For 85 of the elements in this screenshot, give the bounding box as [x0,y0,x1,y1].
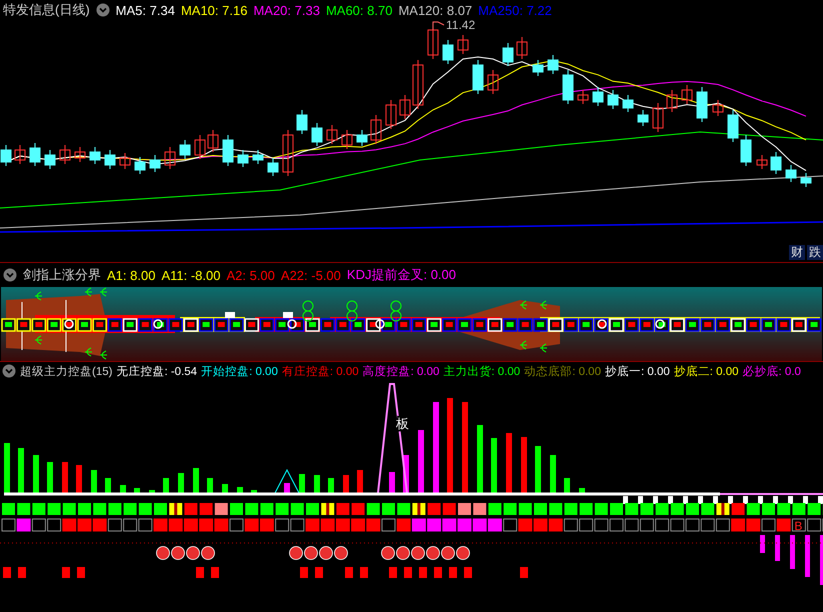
candlestick [134,156,146,174]
high-price-label: 11.42 [446,20,476,32]
info-button[interactable]: 财 [789,245,805,260]
legend-item: MA60: 8.70 [326,2,392,18]
candlestick [222,134,234,166]
candlestick [400,94,410,120]
legend-item: A1: 8.00 [107,268,156,282]
legend-item: MA10: 7.16 [180,2,248,18]
candlestick [296,110,308,134]
candlestick [150,154,160,172]
info-button[interactable]: 跌 [807,245,823,260]
legend-item: 有庄控盘: 0.00 [282,364,359,378]
candlestick [0,144,12,166]
candlestick [60,144,70,164]
collapse-icon[interactable] [96,3,110,17]
flag-icon [432,22,444,30]
legend-item: 抄底一: 0.00 [604,364,670,378]
candlestick [532,60,544,76]
candlestick [562,70,574,104]
indicator-title: 超级主力控盘(15) [20,364,112,378]
candlestick [326,124,338,144]
legend-item: MA250: 7.22 [478,2,552,18]
candlestick [268,158,278,176]
candlestick [74,146,86,162]
candlestick [44,150,56,170]
candlestick [682,84,692,104]
candlestick [90,146,100,164]
candlestick [180,140,190,160]
candlestick [386,100,396,130]
candlestick [728,110,738,142]
legend-item: 主力出货: 0.00 [443,364,520,378]
candlestick [342,130,352,150]
legend-item: 必抄底: 0.0 [742,364,801,378]
candlestick [712,100,724,116]
candlestick [592,86,604,106]
legend-item: MA5: 7.34 [116,2,175,18]
candlestick [312,122,322,146]
candlestick [30,142,40,166]
candlestick [194,134,206,160]
candlestick [412,60,424,110]
legend-item: MA20: 7.33 [253,2,320,18]
legend-item: 动态底部: 0.00 [524,364,601,378]
legend-item: A11: -8.00 [161,268,220,282]
candlestick [164,146,176,170]
legend-item: A2: 5.00 [226,268,275,282]
candlestick [740,134,752,166]
candlestick [770,152,782,174]
candlestick [608,90,618,110]
indicator-title: 剑指上涨分界 [23,266,101,284]
candlestick [356,130,368,146]
legend-item: 高度控盘: 0.00 [362,364,440,378]
candlestick [622,94,634,112]
candlestick [488,70,498,94]
candlestick [666,90,678,112]
legend-item: A22: -5.00 [280,268,341,282]
candlestick [516,36,528,60]
candlestick [756,154,768,170]
candlestick [502,42,514,66]
legend-item: 开始控盘: 0.00 [201,364,278,378]
candlestick [252,150,264,164]
candlestick [104,150,116,170]
candlestick [14,144,26,164]
candlestick [786,164,796,182]
legend-item: MA120: 8.07 [398,2,472,18]
signal-letter: B [794,519,802,533]
candlestick [458,34,468,54]
candlestick [370,114,382,144]
candlestick [548,54,558,74]
candlestick [578,90,588,104]
legend-item: 无庄控盘: -0.54 [116,364,198,378]
candlestick [800,172,812,188]
collapse-icon[interactable] [3,268,17,282]
collapse-icon[interactable] [2,364,16,378]
candlestick [638,110,648,126]
candlestick [238,150,248,168]
candlestick [208,130,218,152]
legend-item: KDJ提前金叉: 0.00 [346,266,456,284]
legend-item: 抄底二: 0.00 [674,364,739,378]
candlestick [120,152,130,170]
candlestick [282,130,294,176]
candlestick [442,40,454,64]
candlestick [472,60,484,94]
candlestick [696,86,708,122]
chart-title: 特发信息(日线) [3,1,90,19]
candlestick [652,102,664,132]
